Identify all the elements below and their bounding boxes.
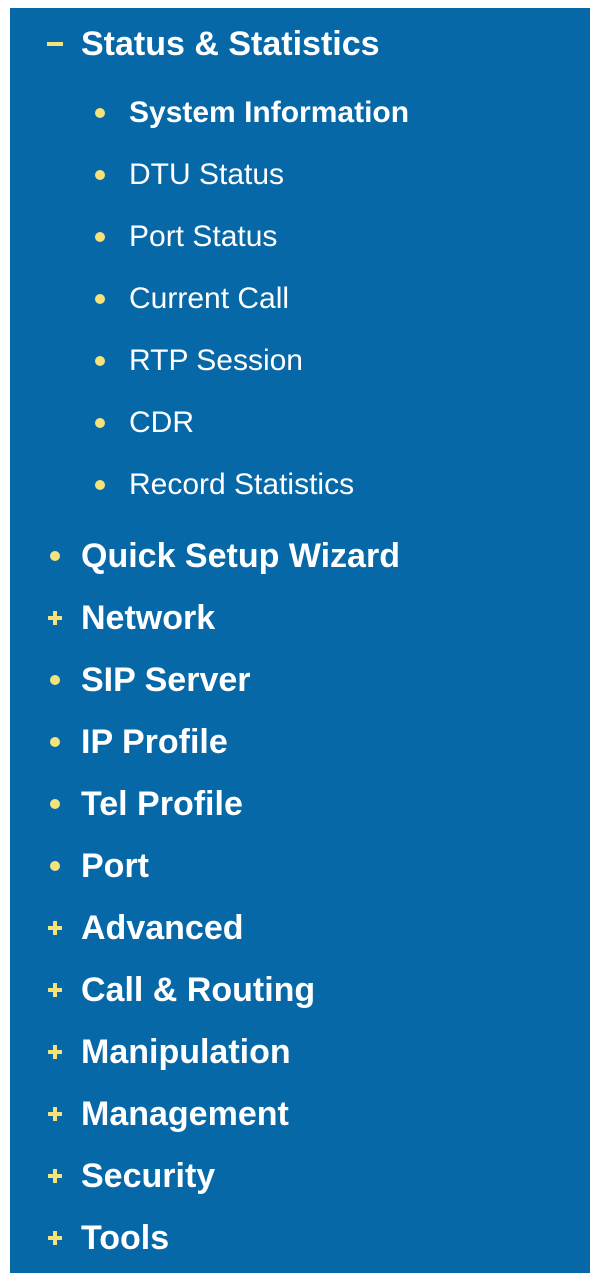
menu-item-label: Security	[81, 1157, 216, 1195]
menu-item-label: Manipulation	[81, 1033, 291, 1071]
menu-item-label: IP Profile	[81, 723, 228, 761]
plus-icon[interactable]	[46, 609, 64, 627]
navigation-menu: Status & Statistics System Information D…	[10, 8, 590, 1273]
minus-icon[interactable]	[46, 35, 64, 53]
submenu-item-label: Port Status	[129, 220, 278, 253]
bullet-icon	[95, 232, 105, 242]
plus-icon[interactable]	[46, 1105, 64, 1123]
submenu-item-label: System Information	[129, 96, 410, 129]
bullet-icon	[46, 795, 64, 813]
plus-icon[interactable]	[46, 1229, 64, 1247]
plus-icon[interactable]	[46, 1043, 64, 1061]
menu-item-label: Advanced	[81, 909, 244, 947]
menu-item-label: Call & Routing	[81, 971, 316, 1009]
bullet-icon	[95, 418, 105, 428]
submenu-item-label: DTU Status	[129, 158, 285, 191]
bullet-icon	[46, 733, 64, 751]
bullet-icon	[95, 480, 105, 490]
submenu-item-label: Current Call	[129, 282, 290, 315]
plus-icon[interactable]	[46, 981, 64, 999]
menu-item-label: Port	[81, 847, 149, 885]
bullet-icon	[46, 857, 64, 875]
plus-icon[interactable]	[46, 919, 64, 937]
menu-item-label: Network	[81, 599, 216, 637]
submenu-item-label: RTP Session	[129, 344, 303, 377]
menu-item-label: SIP Server	[81, 661, 251, 699]
bullet-icon	[46, 547, 64, 565]
bullet-icon	[95, 356, 105, 366]
bullet-icon	[95, 294, 105, 304]
menu-item-label: Status & Statistics	[81, 25, 380, 63]
bullet-icon	[95, 108, 105, 118]
submenu-item-label: Record Statistics	[129, 468, 355, 501]
plus-icon[interactable]	[46, 1167, 64, 1185]
menu-item-label: Quick Setup Wizard	[81, 537, 400, 575]
bullet-icon	[46, 671, 64, 689]
submenu-item-label: CDR	[129, 406, 194, 439]
menu-item-label: Tel Profile	[81, 785, 243, 823]
menu-item-label: Management	[81, 1095, 289, 1133]
bullet-icon	[95, 170, 105, 180]
menu-item-label: Tools	[81, 1219, 170, 1257]
